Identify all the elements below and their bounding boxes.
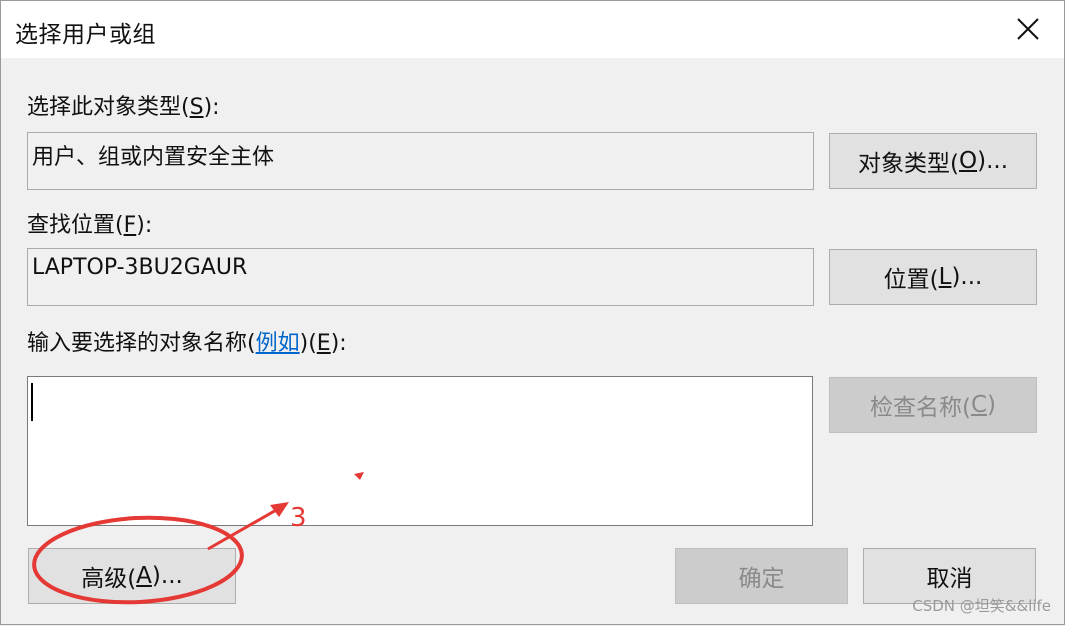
location-label: 查找位置(F): — [27, 213, 153, 238]
location-field: LAPTOP-3BU2GAUR — [27, 248, 814, 306]
check-names-button[interactable]: 检查名称(C) — [829, 377, 1037, 433]
object-type-field: 用户、组或内置安全主体 — [27, 132, 814, 190]
locations-button[interactable]: 位置(L)... — [829, 249, 1037, 305]
annotation-number: 3 — [290, 503, 307, 533]
examples-link[interactable]: 例如 — [256, 331, 300, 356]
object-names-label: 输入要选择的对象名称(例如)(E): — [27, 331, 347, 356]
watermark: CSDN @坦笑&&life — [912, 597, 1051, 615]
close-button[interactable] — [1010, 11, 1046, 47]
title-bar: 选择用户或组 — [0, 0, 1065, 59]
object-type-label: 选择此对象类型(S): — [27, 95, 220, 120]
text-caret — [31, 383, 33, 421]
window-title: 选择用户或组 — [15, 22, 156, 48]
ok-button[interactable]: 确定 — [675, 548, 848, 604]
advanced-button[interactable]: 高级(A)... — [28, 548, 236, 604]
object-types-button[interactable]: 对象类型(O)... — [829, 133, 1037, 189]
close-icon — [1017, 18, 1039, 40]
object-names-input[interactable] — [27, 376, 813, 526]
